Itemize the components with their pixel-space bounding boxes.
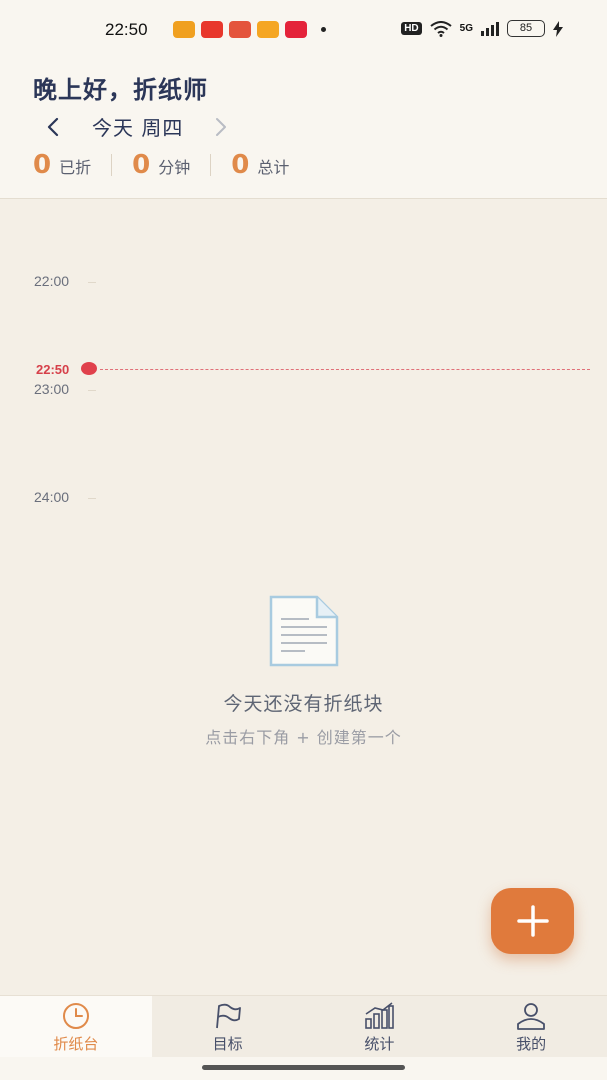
chevron-right-icon (216, 117, 227, 136)
stat-label: 已折 (59, 158, 92, 177)
hour-label: 22:00 (34, 273, 70, 289)
current-time-label: 22:50 (36, 362, 70, 377)
hour-label: 23:00 (34, 381, 70, 397)
hour-tick (88, 282, 96, 283)
stat-value: 0 (33, 150, 52, 180)
greeting-title: 晚上好，折纸师 (33, 76, 208, 104)
charging-icon (553, 20, 563, 37)
user-icon (517, 1003, 546, 1030)
nav-label: 折纸台 (53, 1035, 99, 1053)
timeline[interactable]: 22:00 22:50 23:00 24:00 今天还没有折纸块 点击右下角 +… (0, 200, 607, 995)
empty-state: 今天还没有折纸块 点击右下角 + 创建第一个 (0, 595, 607, 748)
app-notification-icon (257, 21, 279, 38)
previous-day-button[interactable] (40, 114, 66, 140)
more-notifications-icon (321, 27, 326, 32)
nav-label: 统计 (364, 1035, 395, 1053)
hour-tick (88, 498, 96, 499)
stat-minutes: 0 分钟 (132, 150, 190, 180)
current-time-dot (81, 362, 97, 375)
home-indicator[interactable] (202, 1065, 405, 1070)
status-app-icons (173, 21, 326, 38)
stat-label: 总计 (257, 158, 290, 177)
status-bar: 22:50 HD 5G 85 (0, 0, 607, 46)
chevron-left-icon (47, 117, 59, 136)
bottom-navigation: 折纸台 目标 统计 我的 (0, 995, 607, 1057)
add-block-button[interactable] (491, 888, 574, 954)
hour-tick (88, 390, 96, 391)
app-notification-icon (173, 21, 195, 38)
nav-tab-profile[interactable]: 我的 (455, 996, 607, 1057)
flag-icon (215, 1003, 241, 1029)
current-time-line (100, 369, 590, 370)
nav-label: 目标 (212, 1035, 243, 1053)
document-icon (269, 595, 338, 667)
stat-value: 0 (132, 150, 151, 180)
empty-state-title: 今天还没有折纸块 (223, 693, 384, 715)
nav-label: 我的 (516, 1035, 547, 1053)
divider (210, 154, 212, 176)
clock-icon (62, 1003, 89, 1029)
stat-label: 分钟 (158, 158, 191, 177)
app-notification-icon (229, 21, 251, 38)
stats-row: 0 已折 0 分钟 0 总计 (33, 150, 289, 180)
nav-tab-workbench[interactable]: 折纸台 (0, 996, 152, 1057)
signal-icon (481, 21, 499, 36)
stat-total: 0 总计 (231, 150, 289, 180)
divider (111, 154, 113, 176)
nav-tab-stats[interactable]: 统计 (304, 996, 456, 1057)
stat-folded: 0 已折 (33, 150, 91, 180)
network-type: 5G (459, 23, 473, 34)
header: 晚上好，折纸师 今天 周四 0 已折 0 分钟 0 总计 (0, 46, 607, 199)
app-notification-icon (285, 21, 307, 38)
date-navigator: 今天 周四 (40, 112, 234, 141)
next-day-button[interactable] (208, 114, 234, 140)
hd-badge: HD (401, 22, 422, 35)
nav-tab-goals[interactable]: 目标 (152, 996, 304, 1057)
app-notification-icon (201, 21, 223, 38)
wifi-icon (430, 20, 452, 37)
empty-state-subtitle: 点击右下角 + 创建第一个 (205, 728, 402, 747)
hour-label: 24:00 (34, 489, 70, 505)
stat-value: 0 (231, 150, 250, 180)
plus-icon (516, 905, 549, 937)
chart-icon (365, 1002, 395, 1029)
current-date-label: 今天 周四 (92, 116, 184, 140)
status-time: 22:50 (105, 20, 148, 39)
battery-indicator: 85 (507, 20, 545, 37)
